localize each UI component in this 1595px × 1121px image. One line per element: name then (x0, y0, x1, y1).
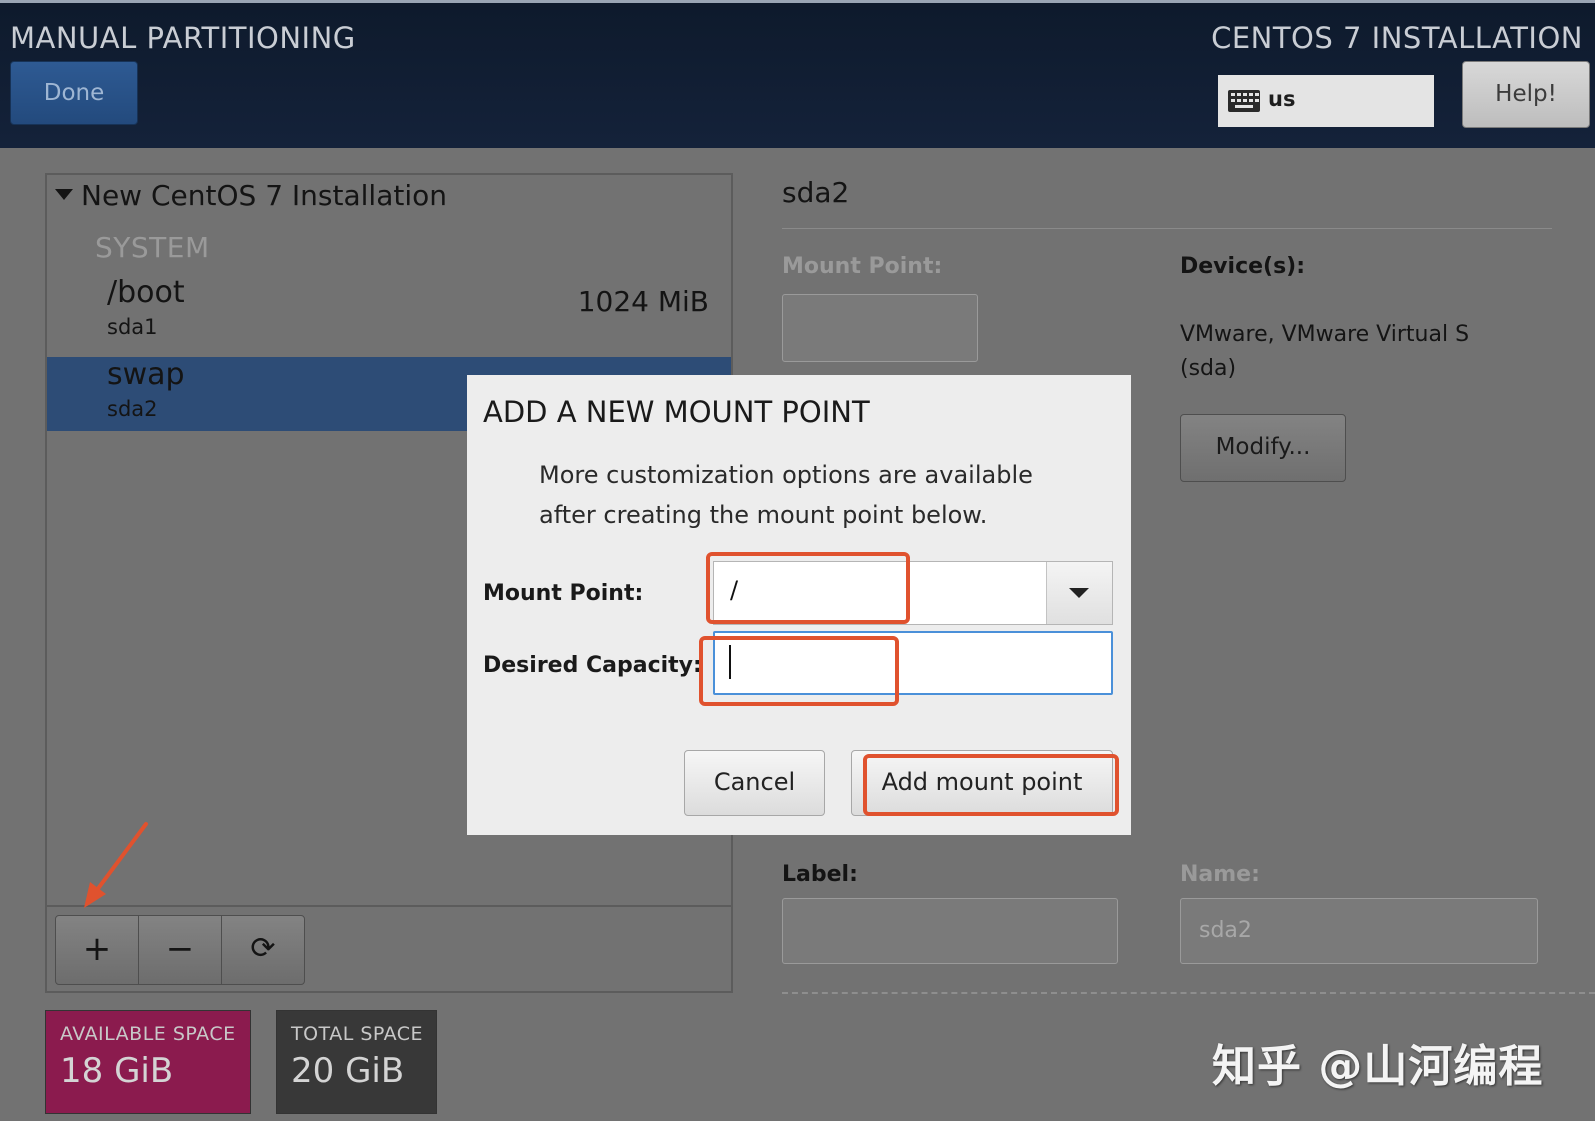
keyboard-layout-indicator[interactable]: us (1218, 75, 1434, 127)
devices-line: VMware, VMware Virtual S (1180, 322, 1470, 347)
expander-triangle-icon (55, 188, 73, 200)
installation-group-header[interactable]: New CentOS 7 Installation (55, 179, 447, 212)
devices-label: Device(s): (1180, 254, 1306, 279)
text-cursor (729, 645, 731, 679)
header-bar: MANUAL PARTITIONING Done CENTOS 7 INSTAL… (0, 0, 1595, 148)
keyboard-layout-label: us (1268, 87, 1296, 111)
mount-point-field[interactable] (782, 294, 978, 362)
keyboard-icon (1228, 90, 1260, 112)
name-field-label: Name: (1180, 862, 1260, 887)
partition-mount: /boot (107, 275, 185, 310)
mount-point-value: / (730, 576, 739, 604)
divider (782, 992, 1595, 994)
partition-row-boot[interactable]: /boot sda1 1024 MiB (47, 275, 731, 349)
name-field[interactable]: sda2 (1180, 898, 1538, 964)
dialog-description-line: after creating the mount point below. (539, 501, 988, 529)
help-button[interactable]: Help! (1462, 61, 1590, 128)
total-space-box: TOTAL SPACE 20 GiB (276, 1010, 437, 1114)
available-space-label: AVAILABLE SPACE (60, 1023, 236, 1045)
label-field-label: Label: (782, 862, 858, 887)
product-title: CENTOS 7 INSTALLATION (1211, 21, 1583, 55)
done-button[interactable]: Done (10, 61, 138, 125)
dialog-mount-point-label: Mount Point: (483, 581, 644, 606)
label-field[interactable] (782, 898, 1118, 964)
mount-point-dropdown-button[interactable] (1046, 562, 1112, 624)
dialog-title: ADD A NEW MOUNT POINT (483, 395, 870, 429)
system-section-label: SYSTEM (95, 231, 210, 264)
cancel-button[interactable]: Cancel (684, 750, 825, 816)
desired-capacity-label: Desired Capacity: (483, 653, 702, 678)
add-mount-point-dialog: ADD A NEW MOUNT POINT More customization… (467, 375, 1131, 835)
watermark-text: 知乎 @山河编程 (1212, 1041, 1544, 1092)
device-title: sda2 (782, 176, 850, 209)
chevron-down-icon (1069, 588, 1089, 598)
modify-button[interactable]: Modify... (1180, 414, 1346, 482)
dialog-description-line: More customization options are available (539, 461, 1033, 489)
total-space-label: TOTAL SPACE (291, 1023, 424, 1045)
devices-line: (sda) (1180, 356, 1237, 381)
devices-text: VMware, VMware Virtual S (sda) (1180, 318, 1469, 386)
available-space-box: AVAILABLE SPACE 18 GiB (45, 1010, 251, 1114)
spoke-title: MANUAL PARTITIONING (10, 21, 356, 55)
partition-mount: swap (107, 357, 185, 392)
annotation-arrow-icon (84, 822, 148, 908)
mount-point-label: Mount Point: (782, 254, 943, 279)
desired-capacity-input[interactable] (713, 631, 1113, 695)
available-space-value: 18 GiB (60, 1051, 174, 1091)
add-mount-point-button[interactable]: Add mount point (851, 750, 1113, 816)
installation-title: New CentOS 7 Installation (81, 179, 447, 212)
total-space-value: 20 GiB (291, 1051, 405, 1091)
refresh-button[interactable]: ⟳ (221, 915, 305, 985)
remove-partition-button[interactable]: − (138, 915, 222, 985)
partition-device: sda1 (107, 315, 158, 339)
partition-toolbar: + − ⟳ (47, 905, 731, 991)
mount-point-combo[interactable]: / (713, 561, 1113, 625)
partition-size: 1024 MiB (577, 285, 709, 318)
dialog-description: More customization options are available… (539, 455, 1099, 535)
add-partition-button[interactable]: + (55, 915, 139, 985)
divider (782, 228, 1552, 229)
partition-device: sda2 (107, 397, 158, 421)
